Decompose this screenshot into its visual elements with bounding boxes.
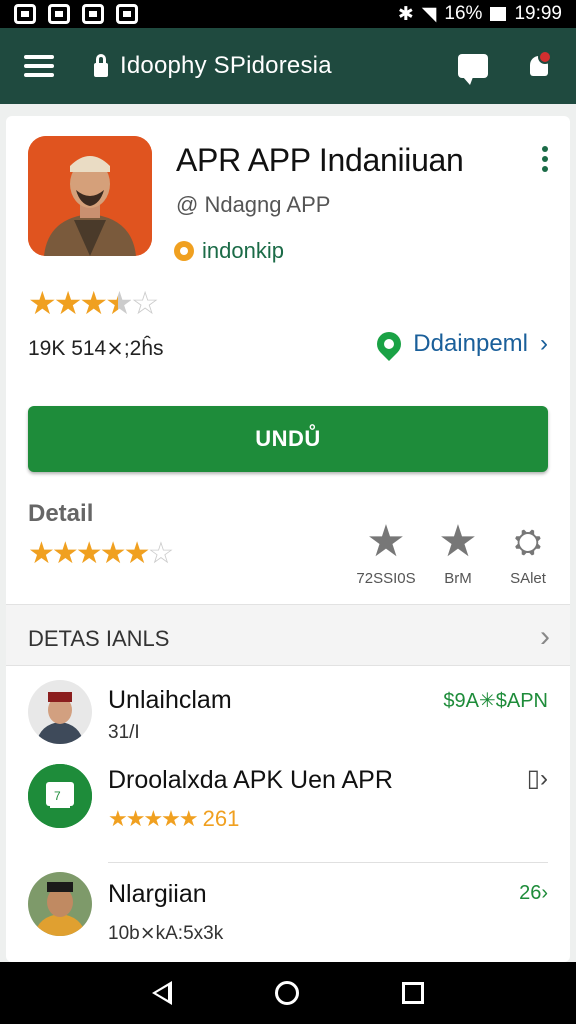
stat-age: ⛭ SAlet <box>488 520 568 587</box>
detail-rating-stars: ★★★★★☆ <box>28 537 174 570</box>
app-detail-card: APR APP Indaniiuan @ Ndagng APP indonkip… <box>6 116 570 962</box>
bluetooth-icon: ✱ <box>397 3 414 25</box>
stat-downloads: ★ 72SSI0S <box>346 517 426 588</box>
star-icon: ★ <box>438 517 478 566</box>
status-bar: ✱ ◥ 16% 19:99 <box>0 0 576 28</box>
home-icon[interactable] <box>274 981 299 1005</box>
status-bar-system: ✱ ◥ 16% 19:99 <box>398 3 562 26</box>
svg-text:7: 7 <box>54 789 61 803</box>
app-badge: indonkip <box>174 238 284 264</box>
review-count: 19K 514⨯;2ĥs <box>28 337 164 360</box>
section-title[interactable]: DETAS IANLS <box>28 626 169 652</box>
app-developer[interactable]: @ Ndagng APP <box>176 192 330 218</box>
clock: 19:99 <box>514 3 562 24</box>
stat-label: 72SSI0S <box>356 570 416 587</box>
recent-apps-icon[interactable] <box>402 982 425 1004</box>
detail-heading: Detail <box>28 500 94 527</box>
list-item-subtitle: 10b⨯kA:5x3k <box>108 923 224 944</box>
back-icon[interactable] <box>151 981 172 1005</box>
install-button[interactable]: UNDŮ <box>28 406 548 472</box>
notification-icon <box>116 4 138 24</box>
list-item-subtitle: 31/I <box>108 722 140 743</box>
developer-link[interactable]: Ddainpeml › <box>372 327 548 361</box>
list-item[interactable]: Unlaihclam 31/I $9A✳$APN <box>6 676 570 756</box>
app-rating-stars: ★★★★☆ <box>28 285 159 321</box>
content-area: APR APP Indaniiuan @ Ndagng APP indonkip… <box>0 104 576 962</box>
badge-label: indonkip <box>202 238 284 263</box>
avatar <box>28 872 92 936</box>
app-title: APR APP Indaniiuan <box>176 142 464 178</box>
chevron-right-icon[interactable]: › <box>540 620 550 654</box>
menu-icon[interactable] <box>24 55 54 77</box>
app-bar-title: Idoophy SPidoresia <box>120 52 332 79</box>
navigation-bar <box>0 962 576 1024</box>
avatar <box>28 680 92 744</box>
stat-label: BrM <box>444 570 472 587</box>
list-item-price: $9A✳$APN <box>443 690 548 712</box>
list-item-title: Nlargiian <box>108 880 207 908</box>
person-icon: ⛭ <box>514 523 542 561</box>
app-icon <box>28 136 152 256</box>
more-options-icon[interactable] <box>542 146 548 172</box>
app-bar: Idoophy SPidoresia <box>0 28 576 104</box>
list-divider <box>108 862 548 863</box>
lock-icon <box>94 54 108 78</box>
wifi-icon: ◥ <box>421 3 437 25</box>
app-thumbnail-icon: 7 <box>28 764 92 828</box>
list-item[interactable]: 7 Droolalxda APK Uen APR ★★★★★ 261 ▯› <box>6 756 570 852</box>
status-bar-notifications <box>14 4 138 24</box>
notification-icon <box>14 4 36 24</box>
battery-percent: 16% <box>444 3 483 24</box>
developer-link-label: Ddainpeml <box>413 330 528 357</box>
chevron-right-icon: › <box>540 330 548 357</box>
stat-label: SAlet <box>510 570 546 587</box>
chat-icon[interactable] <box>458 54 488 85</box>
star-icon: ★ <box>366 517 406 566</box>
list-item-title: Droolalxda APK Uen APR <box>108 766 393 794</box>
battery-icon <box>490 7 507 21</box>
gear-icon <box>174 241 194 261</box>
location-pin-icon <box>372 327 407 361</box>
list-item-stars: ★★★★★ <box>108 806 199 831</box>
bell-icon[interactable] <box>528 50 552 80</box>
list-item[interactable]: Nlargiian 10b⨯kA:5x3k 26› <box>6 868 570 956</box>
list-item-action-icon[interactable]: ▯› <box>527 764 548 793</box>
stat-size: ★ BrM <box>418 517 498 588</box>
list-item-title: Unlaihclam <box>108 686 232 714</box>
notification-icon <box>48 4 70 24</box>
list-item-count: 26› <box>519 882 548 904</box>
list-item-rating: ★★★★★ 261 <box>108 806 239 832</box>
notification-icon <box>82 4 104 24</box>
list-item-rating-count: 261 <box>202 806 240 831</box>
